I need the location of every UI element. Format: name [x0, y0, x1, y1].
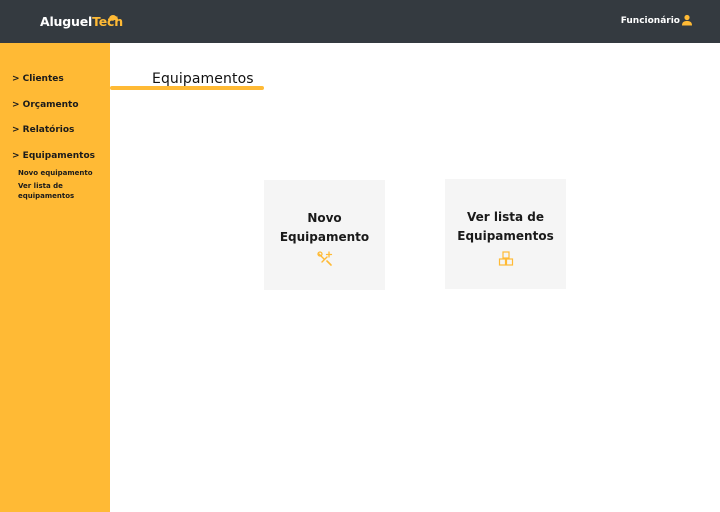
sidebar-item-orcamento[interactable]: > Orçamento — [12, 100, 79, 110]
card-label: Novo Equipamento — [279, 211, 370, 244]
title-underline — [110, 86, 264, 90]
page-title: Equipamentos — [152, 71, 254, 87]
sidebar-item-equipamentos[interactable]: > Equipamentos — [12, 151, 95, 161]
card-label: Ver lista de Equipamentos — [457, 210, 554, 243]
card-novo-equipamento[interactable]: Novo Equipamento — [264, 180, 385, 290]
user-icon[interactable] — [681, 14, 693, 26]
sidebar-subitem-ver-lista[interactable]: Ver lista de equipamentos — [18, 181, 80, 201]
helmet-icon — [108, 15, 118, 20]
sidebar-item-relatorios[interactable]: > Relatórios — [12, 125, 74, 135]
user-name[interactable]: Funcionário — [621, 16, 680, 26]
tools-icon — [317, 251, 333, 266]
sidebar: > Clientes > Orçamento > Relatórios > Eq… — [0, 43, 110, 512]
logo-text-main: Aluguel — [40, 14, 93, 29]
top-bar: AluguelTech Funcionário — [0, 0, 720, 43]
card-ver-lista-equipamentos[interactable]: Ver lista de Equipamentos — [445, 179, 566, 289]
boxes-icon — [498, 251, 514, 266]
sidebar-subitem-novo-equipamento[interactable]: Novo equipamento — [18, 168, 98, 178]
sidebar-item-clientes[interactable]: > Clientes — [12, 74, 64, 84]
